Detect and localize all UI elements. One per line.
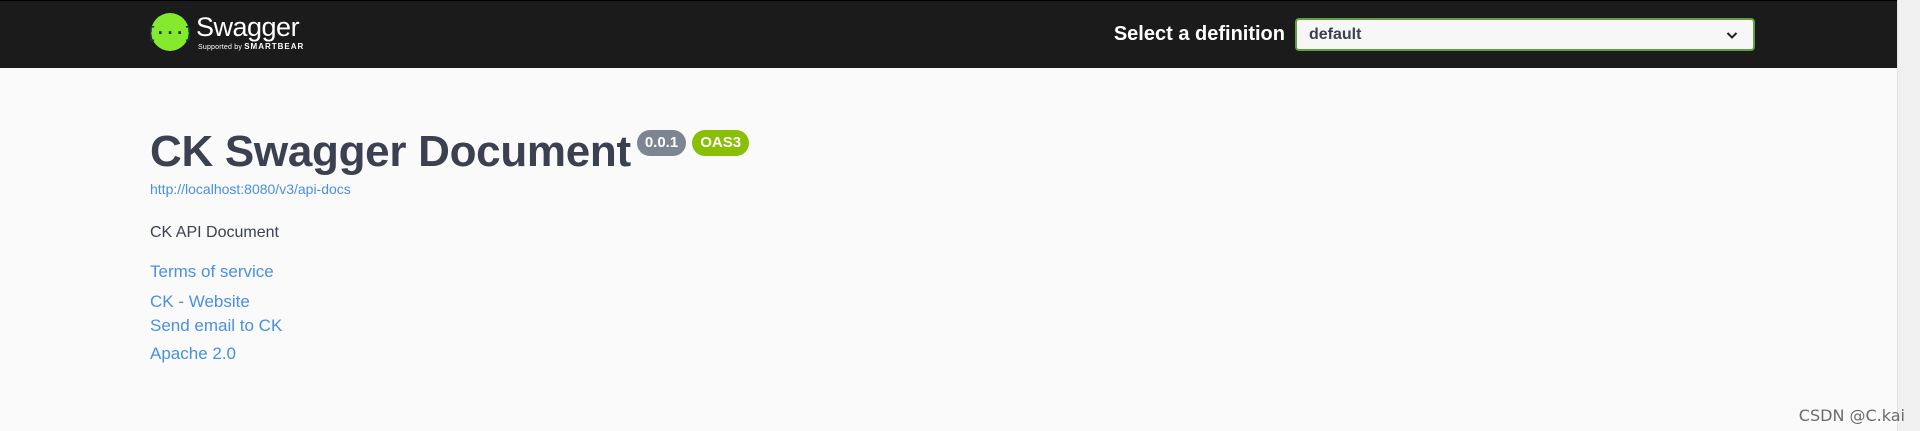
terms-of-service-link[interactable]: Terms of service [150,260,749,284]
topbar: {···} Swagger Supported by SMARTBEAR Sel… [0,0,1898,68]
definition-selected-value: default [1309,25,1362,43]
vertical-scrollbar[interactable] [1897,0,1920,431]
license-link[interactable]: Apache 2.0 [150,342,749,366]
oas-badge: OAS3 [692,130,750,156]
api-description: CK API Document [150,224,279,241]
definition-select[interactable]: default [1295,18,1755,51]
swagger-logo-link[interactable]: {···} Swagger Supported by SMARTBEAR [150,12,304,52]
svg-text:{···}: {···} [150,23,190,42]
chevron-down-icon [1726,31,1738,39]
website-link[interactable]: CK - Website [150,290,749,314]
definition-label: Select a definition [1113,23,1285,45]
brand-tagline-company: SMARTBEAR [244,42,305,51]
brand-text: Swagger Supported by SMARTBEAR [196,12,304,52]
page-title: CK Swagger Document [150,127,631,176]
brand-name: Swagger [196,12,300,42]
brand-tagline-prefix: Supported by [198,44,243,51]
version-badge: 0.0.1 [636,130,687,156]
brand-tagline: Supported by SMARTBEAR [198,42,304,52]
api-docs-url-link[interactable]: http://localhost:8080/v3/api-docs [150,180,749,198]
api-info: CK Swagger Document 0.0.1 OAS3 http://lo… [150,124,750,366]
swagger-logo-icon: {···} [150,13,190,51]
info-links: Terms of service CK - Website Send email… [150,260,749,366]
watermark: CSDN @C.kai [1798,406,1905,425]
email-link[interactable]: Send email to CK [150,314,749,338]
title-row: CK Swagger Document 0.0.1 OAS3 [150,124,750,180]
definition-selector: Select a definition default [1110,18,1898,51]
